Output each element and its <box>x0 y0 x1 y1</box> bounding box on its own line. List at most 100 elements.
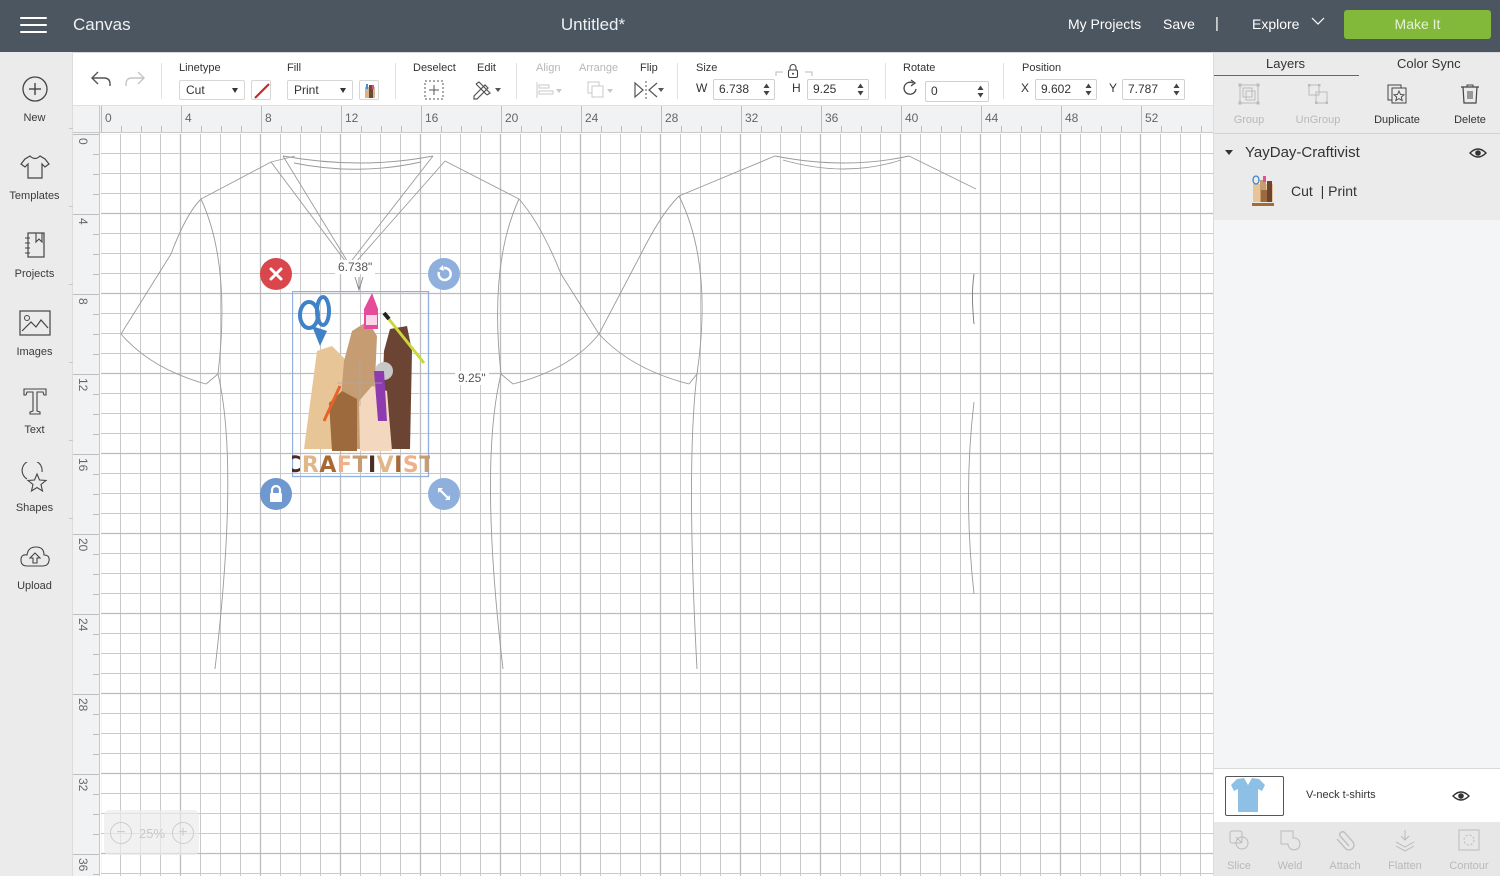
close-icon <box>269 267 283 281</box>
tab-layers[interactable]: Layers <box>1266 56 1305 71</box>
flip-icon[interactable] <box>633 80 665 100</box>
zoom-level: 25% <box>139 826 166 841</box>
redo-icon[interactable] <box>123 69 147 89</box>
ungroup-label: UnGroup <box>1295 114 1341 126</box>
width-label: W <box>696 81 708 95</box>
x-label: X <box>1021 81 1030 95</box>
sidebar-item-projects[interactable]: Projects <box>0 220 73 298</box>
undo-icon[interactable] <box>89 69 113 89</box>
weld-label: Weld <box>1277 860 1303 872</box>
delete-handle[interactable] <box>260 258 292 290</box>
duplicate-button[interactable]: Duplicate <box>1362 76 1432 134</box>
layer-group-row[interactable]: YayDay-Craftivist <box>1214 142 1500 164</box>
trash-icon <box>1461 84 1479 104</box>
rotate-handle[interactable] <box>428 258 460 290</box>
my-projects-link[interactable]: My Projects <box>1068 16 1141 32</box>
fill-pattern-swatch[interactable] <box>359 80 379 100</box>
image-icon <box>19 310 51 336</box>
resize-handle[interactable] <box>428 478 460 510</box>
top-header: Canvas Untitled* My Projects Save | Expl… <box>0 0 1500 52</box>
size-label: Size <box>696 62 718 74</box>
fill-select[interactable]: Print <box>287 80 353 100</box>
explore-link[interactable]: Explore <box>1252 16 1299 32</box>
flatten-button[interactable]: Flatten <box>1377 822 1433 876</box>
duplicate-icon <box>1387 84 1407 104</box>
lock-bracket <box>775 71 813 76</box>
craftivist-image[interactable]: CRAFTIVIST <box>292 291 430 478</box>
attach-button[interactable]: Attach <box>1317 822 1373 876</box>
ruler-label: 4 <box>185 111 192 125</box>
sidebar-item-images[interactable]: Images <box>0 298 73 376</box>
weld-button[interactable]: Weld <box>1262 822 1318 876</box>
width-input[interactable]: 6.738 <box>713 79 775 100</box>
plus-circle-icon <box>22 76 48 102</box>
ruler-label: 28 <box>665 111 679 125</box>
notebook-icon <box>25 232 45 258</box>
layer-row[interactable]: Cut | Print <box>1214 172 1500 212</box>
ungroup-icon <box>1308 84 1328 104</box>
make-it-button[interactable]: Make It <box>1344 10 1491 39</box>
duplicate-label: Duplicate <box>1374 114 1420 126</box>
arrange-label: Arrange <box>579 62 619 74</box>
resize-arrows-icon <box>438 488 450 500</box>
sidebar-item-upload[interactable]: Upload <box>0 532 73 610</box>
ruler-label: 12 <box>76 378 90 392</box>
group-button[interactable]: Group <box>1214 76 1284 134</box>
delete-button[interactable]: Delete <box>1435 76 1500 134</box>
panel-tabs: Layers Color Sync <box>1214 52 1500 77</box>
sidebar-item-label: Projects <box>14 268 55 280</box>
ruler-label: 44 <box>985 111 999 125</box>
height-input[interactable]: 9.25 <box>807 79 869 100</box>
align-icon[interactable] <box>535 81 563 99</box>
ruler-label: 8 <box>76 298 90 305</box>
sidebar-item-label: New <box>23 112 46 124</box>
flatten-label: Flatten <box>1388 860 1422 872</box>
zoom-in-button[interactable]: + <box>172 822 194 844</box>
paperclip-icon <box>1336 831 1355 851</box>
ruler-label: 28 <box>76 698 90 712</box>
ungroup-button[interactable]: UnGroup <box>1283 76 1353 134</box>
slice-button[interactable]: Slice <box>1211 822 1267 876</box>
document-title[interactable]: Untitled* <box>0 15 1186 35</box>
rotate-input[interactable]: 0 <box>925 81 989 102</box>
lock-handle[interactable] <box>260 478 292 510</box>
layer-actions: Group UnGroup Duplicate Delete <box>1214 76 1500 134</box>
sidebar-item-text[interactable]: Text <box>0 376 73 454</box>
tab-color-sync[interactable]: Color Sync <box>1397 56 1461 71</box>
rotate-icon[interactable] <box>902 79 920 97</box>
template-thumbnail[interactable] <box>1225 776 1284 816</box>
zoom-out-button[interactable]: − <box>110 822 132 844</box>
chevron-down-icon[interactable] <box>1311 16 1325 26</box>
ruler-label: 16 <box>425 111 439 125</box>
contour-button[interactable]: Contour <box>1441 822 1497 876</box>
ruler-label: 8 <box>265 111 272 125</box>
sidebar-item-templates[interactable]: Templates <box>0 142 73 220</box>
eye-icon[interactable] <box>1469 147 1487 159</box>
flip-label: Flip <box>640 62 658 74</box>
deselect-icon[interactable] <box>423 79 445 101</box>
slice-label: Slice <box>1227 860 1251 872</box>
ruler-label: 20 <box>505 111 519 125</box>
save-link[interactable]: Save <box>1163 16 1195 32</box>
sidebar-item-new[interactable]: New <box>0 64 73 142</box>
sidebar-item-shapes[interactable]: Shapes <box>0 454 73 532</box>
design-canvas[interactable]: CRAFTIVIST 6.738" 9.25" <box>101 134 1213 876</box>
contour-label: Contour <box>1449 860 1489 872</box>
sidebar-item-label: Text <box>24 424 45 436</box>
eye-icon[interactable] <box>1452 790 1470 802</box>
caret-down-icon[interactable] <box>1225 150 1233 155</box>
linetype-select[interactable]: Cut <box>179 80 245 100</box>
edit-tools-icon[interactable] <box>471 79 503 101</box>
rotate-label: Rotate <box>903 62 936 74</box>
arrange-icon[interactable] <box>585 80 615 100</box>
y-label: Y <box>1109 81 1118 95</box>
text-t-icon <box>23 388 47 415</box>
layer-operations: Cut | Print <box>1291 183 1357 199</box>
ruler-label: 16 <box>76 458 90 472</box>
linetype-color-swatch[interactable] <box>251 80 271 100</box>
ruler-label: 12 <box>345 111 359 125</box>
position-x-input[interactable]: 9.602 <box>1035 79 1097 100</box>
position-y-input[interactable]: 7.787 <box>1122 79 1185 100</box>
layer-thumbnail <box>1252 175 1274 206</box>
fill-label: Fill <box>287 62 302 74</box>
